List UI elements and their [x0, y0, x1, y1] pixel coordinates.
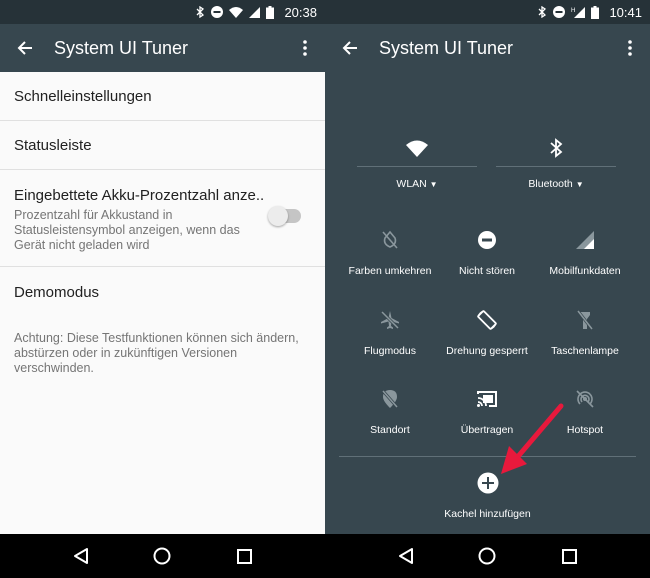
wifi-icon — [406, 140, 428, 157]
toggle-thumb — [268, 206, 288, 226]
status-time: 20:38 — [284, 4, 317, 20]
signal-hplus-status-icon: H — [571, 7, 586, 18]
warning-note: Achtung: Diese Testfunktionen können sic… — [14, 331, 299, 375]
app-bar: System UI Tuner — [325, 24, 650, 72]
nav-home-icon — [478, 547, 496, 565]
navigation-bar — [325, 534, 650, 578]
nav-home-button[interactable] — [467, 536, 507, 576]
arrow-back-icon — [342, 41, 357, 55]
quick-settings-item[interactable]: Schnelleinstellungen — [0, 72, 325, 121]
navigation-bar — [0, 534, 325, 578]
left-screen: 20:38 System UI Tuner Schnelleinstellung… — [0, 0, 325, 578]
quick-settings-panel: WLAN ▼ Bluetooth ▼ Farben umkehren Nicht… — [325, 72, 650, 534]
signal-status-icon — [249, 6, 261, 18]
bluetooth-icon — [550, 138, 563, 158]
nav-back-icon — [73, 548, 88, 564]
nav-recents-button[interactable] — [224, 536, 264, 576]
tile-wifi[interactable]: WLAN ▼ — [357, 130, 477, 200]
app-bar: System UI Tuner — [0, 24, 325, 72]
tile-mobile-data-label: Mobilfunkdaten — [549, 265, 621, 277]
back-button[interactable] — [325, 24, 375, 72]
overflow-menu-button[interactable] — [285, 24, 325, 72]
status-time: 10:41 — [609, 4, 642, 20]
add-tile-button[interactable]: Kachel hinzufügen — [325, 472, 650, 532]
battery-percentage-toggle[interactable] — [268, 206, 301, 226]
status-bar-label: Statusleiste — [14, 136, 92, 154]
nav-recents-icon — [236, 548, 252, 564]
battery-status-icon — [266, 5, 275, 19]
overflow-menu-button[interactable] — [610, 24, 650, 72]
battery-percentage-summary: Prozentzahl für Akkustand in Statusleist… — [14, 208, 240, 252]
add-tile-label: Kachel hinzufügen — [444, 508, 531, 520]
bluetooth-status-icon — [196, 6, 205, 18]
page-title: System UI Tuner — [54, 37, 189, 58]
do-not-disturb-icon — [478, 231, 496, 249]
right-screen: H 10:41 System UI Tuner WLAN ▼ Bluetooth… — [325, 0, 650, 578]
wifi-status-icon — [229, 6, 244, 18]
tile-divider — [357, 166, 477, 167]
demo-mode-label: Demomodus — [14, 283, 100, 301]
dnd-status-icon — [211, 6, 224, 18]
status-bar: H 10:41 — [325, 0, 650, 24]
tile-mobile-data[interactable]: Mobilfunkdaten — [531, 225, 639, 285]
nav-back-button[interactable] — [386, 536, 426, 576]
tile-bluetooth-label: Bluetooth ▼ — [528, 178, 584, 190]
nav-home-icon — [153, 547, 171, 565]
nav-recents-icon — [561, 548, 577, 564]
bluetooth-status-icon — [538, 6, 547, 18]
signal-icon — [576, 231, 594, 249]
screen-rotation-icon — [477, 310, 497, 330]
svg-text:H: H — [571, 8, 575, 14]
arrow-back-icon — [17, 41, 32, 55]
tiles-divider — [339, 456, 636, 457]
page-title: System UI Tuner — [379, 37, 514, 58]
status-bar-item[interactable]: Statusleiste — [0, 121, 325, 170]
nav-home-button[interactable] — [142, 536, 182, 576]
nav-back-button[interactable] — [61, 536, 101, 576]
dnd-status-icon — [553, 6, 566, 18]
tile-flashlight[interactable]: Taschenlampe — [531, 305, 639, 365]
demo-mode-item[interactable]: Demomodus — [0, 267, 325, 317]
annotation-arrow-icon — [501, 403, 564, 474]
nav-recents-button[interactable] — [549, 536, 589, 576]
settings-list: Schnelleinstellungen Statusleiste Eingeb… — [0, 72, 325, 390]
back-button[interactable] — [0, 24, 50, 72]
battery-status-icon — [591, 5, 600, 19]
flashlight-icon — [577, 310, 593, 330]
tile-flashlight-label: Taschenlampe — [551, 345, 619, 357]
nav-back-icon — [398, 548, 413, 564]
tile-wifi-label: WLAN ▼ — [396, 178, 438, 190]
invert-colors-icon — [382, 230, 398, 249]
battery-percentage-item[interactable]: Eingebettete Akku-Prozentzahl anze.. Pro… — [0, 170, 325, 267]
status-bar: 20:38 — [0, 0, 325, 24]
tile-divider — [496, 166, 616, 167]
location-icon — [382, 390, 398, 408]
more-vert-icon — [628, 40, 632, 56]
quick-settings-label: Schnelleinstellungen — [14, 87, 152, 105]
more-vert-icon — [303, 40, 307, 56]
tile-bluetooth[interactable]: Bluetooth ▼ — [496, 130, 616, 200]
battery-percentage-title: Eingebettete Akku-Prozentzahl anze.. — [14, 187, 265, 204]
hotspot-icon — [576, 390, 594, 408]
airplane-icon — [380, 310, 400, 330]
